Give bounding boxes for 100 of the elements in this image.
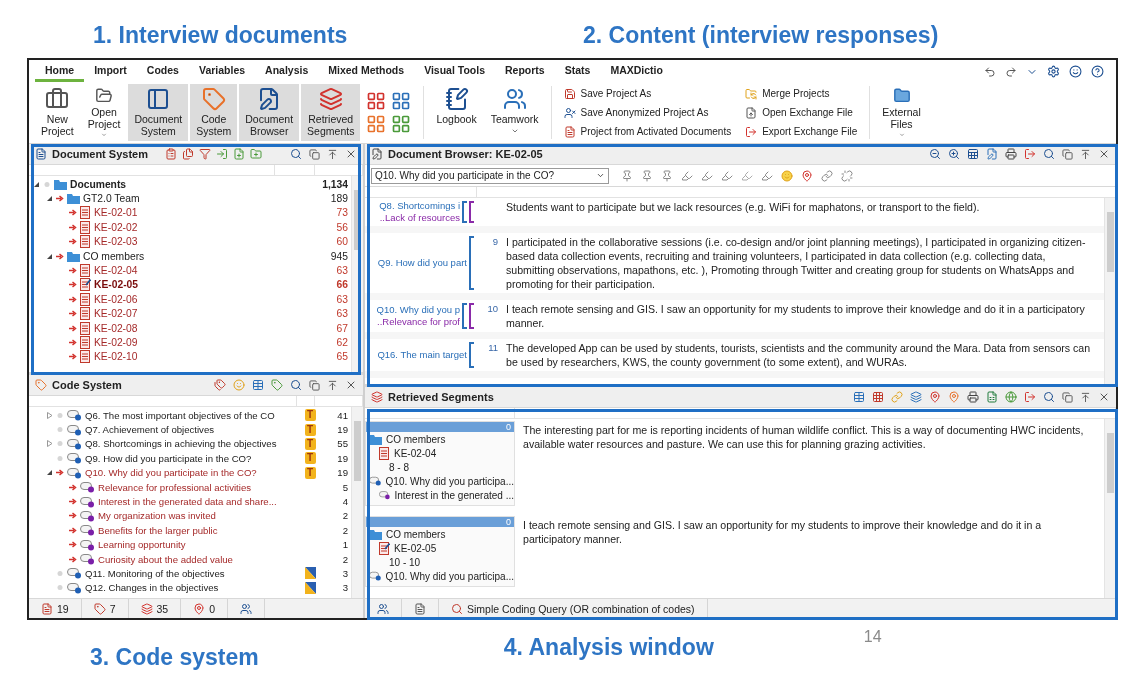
search-icon[interactable] — [290, 379, 302, 391]
pin-icon[interactable] — [801, 169, 813, 182]
ribbon-small-button[interactable]: Project from Activated Documents — [563, 125, 732, 138]
document-name[interactable]: KE-02-06 — [94, 293, 138, 305]
ribbon-small-button[interactable]: Merge Projects — [745, 87, 858, 100]
code-label[interactable]: ..Relevance for prof — [377, 316, 460, 328]
pin-icon[interactable] — [929, 391, 941, 403]
document-name[interactable]: KE-02-10 — [94, 351, 138, 363]
restore-window-icon[interactable] — [1062, 391, 1073, 403]
pin-top-icon[interactable] — [1080, 148, 1091, 160]
search-icon[interactable] — [1043, 391, 1055, 403]
table-icon[interactable] — [853, 391, 865, 403]
ribbon-tab[interactable]: Variables — [188, 64, 256, 82]
globe-icon[interactable] — [1005, 391, 1017, 403]
highlighter-icon[interactable] — [761, 169, 773, 182]
ribbon-button[interactable]: Document System — [128, 84, 189, 141]
document-name[interactable]: KE-02-05 — [94, 279, 139, 291]
activation-arrow-icon[interactable] — [69, 512, 77, 520]
code-label[interactable]: Q10. Why did you p — [376, 304, 460, 316]
coding-stripe[interactable] — [469, 236, 474, 290]
code-name[interactable]: Learning opportunity — [98, 539, 186, 551]
ribbon-tab[interactable]: Visual Tools — [414, 64, 495, 82]
code-name[interactable]: Q12. Changes in the objectives — [85, 582, 219, 594]
ribbon-tab[interactable]: Analysis — [255, 64, 319, 82]
code-name[interactable]: Benefits for the larger public — [98, 524, 218, 536]
activation-arrow-icon[interactable] — [69, 223, 77, 231]
activation-arrow-icon[interactable] — [69, 483, 77, 491]
document-name[interactable]: KE-02-07 — [94, 308, 138, 320]
tags-icon[interactable] — [214, 379, 226, 391]
folder-name[interactable]: Documents — [70, 178, 127, 190]
code-name[interactable]: Q8. Shortcomings in achieving the objectives — [85, 438, 277, 450]
ribbon-button[interactable]: Logbook — [430, 84, 483, 141]
file-plus-icon[interactable] — [233, 148, 245, 160]
code-name[interactable]: Relevance for professional activities — [98, 481, 252, 493]
link-icon[interactable] — [821, 169, 833, 182]
restore-window-icon[interactable] — [1062, 148, 1073, 160]
coding-stripe[interactable] — [469, 342, 474, 368]
person-icon[interactable] — [563, 106, 576, 119]
panel-icon[interactable] — [146, 87, 171, 111]
clipboard-icon[interactable] — [165, 148, 177, 160]
sheet-icon[interactable] — [967, 148, 979, 160]
printer-icon[interactable] — [967, 391, 979, 403]
ribbon-button[interactable]: Document Browser — [239, 84, 300, 141]
code-name[interactable]: Q10. Why did you participate in the CO? — [85, 467, 257, 479]
activation-arrow-icon[interactable] — [69, 267, 77, 275]
ribbon-button[interactable]: Code System — [190, 84, 238, 141]
pin-icon[interactable] — [948, 391, 960, 403]
pin-icon[interactable] — [641, 169, 653, 182]
memo-icon[interactable]: T — [304, 437, 316, 450]
activation-arrow-icon[interactable] — [56, 469, 64, 477]
ribbon-tab[interactable]: MAXDictio — [600, 64, 673, 82]
ribbon-small-button[interactable]: Save Anonymized Project As — [563, 106, 732, 119]
ribbon-button[interactable]: Teamwork — [484, 84, 545, 141]
activation-arrow-icon[interactable] — [69, 339, 77, 346]
pin-icon[interactable] — [621, 169, 633, 182]
document-icon[interactable] — [41, 602, 53, 615]
memo-icon[interactable]: T — [304, 409, 316, 422]
ribbon-button[interactable]: Retrieved Segments — [301, 84, 361, 141]
activation-arrow-icon[interactable] — [69, 526, 77, 534]
people-icon[interactable] — [240, 602, 253, 615]
ribbon-tab[interactable]: Import — [84, 64, 137, 82]
activation-arrow-icon[interactable] — [69, 295, 77, 303]
unlink-icon[interactable] — [841, 169, 853, 182]
activation-arrow-icon[interactable] — [56, 195, 64, 203]
memo-icon[interactable]: T — [304, 466, 316, 479]
code-name[interactable]: Interest in the generated data and share... — [98, 496, 277, 508]
memo-icon[interactable] — [304, 567, 316, 580]
coding-stripe[interactable] — [462, 201, 467, 223]
activation-arrow-icon[interactable] — [69, 555, 77, 563]
ribbon-button[interactable]: External Files — [876, 84, 927, 141]
export-icon[interactable] — [1024, 148, 1036, 160]
memo-icon[interactable]: T — [304, 423, 316, 436]
close-icon[interactable] — [345, 148, 357, 160]
ribbon-button[interactable]: New Project — [35, 84, 80, 141]
close-icon[interactable] — [1098, 391, 1110, 403]
redo-icon[interactable] — [1005, 65, 1017, 78]
spreadsheet-icon[interactable] — [986, 391, 998, 403]
code-name[interactable]: Q6. The most important objectives of the CO — [85, 409, 275, 421]
search-icon[interactable] — [290, 148, 302, 160]
activation-arrow-icon[interactable] — [69, 238, 77, 246]
notebook-icon[interactable] — [444, 87, 469, 111]
restore-window-icon[interactable] — [309, 148, 320, 160]
help-icon[interactable] — [1091, 65, 1104, 78]
code-label[interactable]: Q8. Shortcomings i — [379, 200, 460, 212]
files-icon[interactable] — [182, 148, 194, 160]
activation-arrow-icon[interactable] — [69, 281, 77, 289]
code-filter-dropdown[interactable]: Q10. Why did you participate in the CO? — [371, 167, 609, 184]
document-name[interactable]: KE-02-03 — [94, 236, 138, 248]
expanded-icon[interactable] — [33, 180, 40, 188]
ribbon-tab[interactable]: Mixed Methods — [318, 64, 415, 82]
layout-icon[interactable] — [391, 91, 412, 111]
code-name[interactable]: My organization was invited — [98, 510, 216, 522]
ribbon-small-button[interactable]: Export Exchange File — [745, 125, 858, 138]
document-icon[interactable] — [414, 602, 426, 615]
folder-plus-icon[interactable] — [250, 148, 262, 160]
ribbon-tab[interactable]: Stats — [554, 64, 601, 82]
layout-icon[interactable] — [366, 91, 387, 111]
collapsed-icon[interactable] — [46, 411, 53, 419]
layers-icon[interactable] — [910, 391, 922, 403]
activation-arrow-icon[interactable] — [69, 541, 77, 549]
